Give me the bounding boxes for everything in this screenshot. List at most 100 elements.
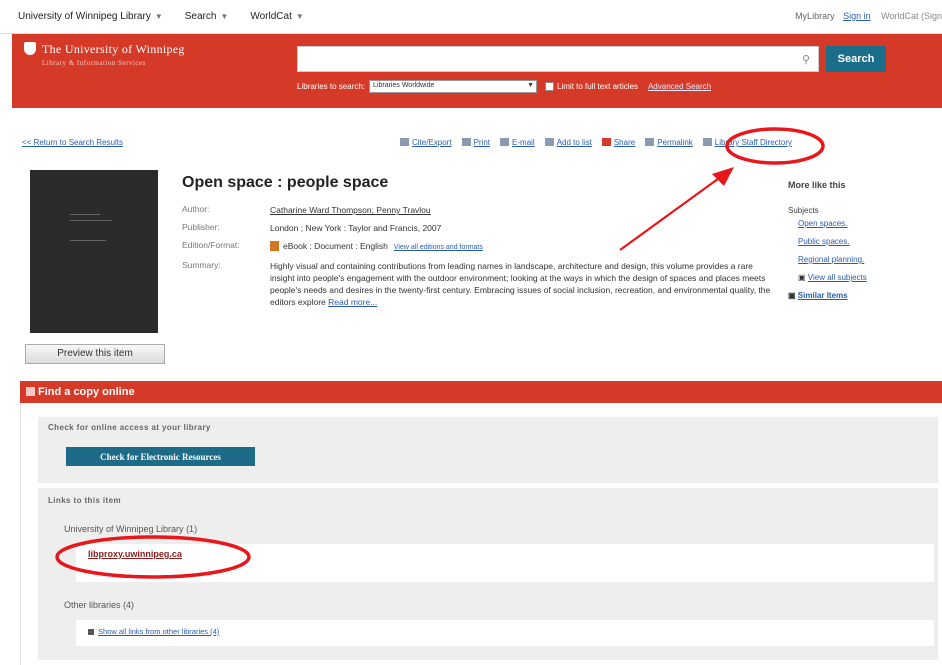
fulltext-label: Limit to full text articles: [557, 82, 638, 91]
chevron-down-icon: ▼: [154, 12, 163, 21]
item-title: Open space : people space: [182, 174, 389, 191]
find-copy-title: Find a copy online: [38, 386, 135, 398]
annotation-arrowhead: [712, 167, 734, 186]
links-heading: Links to this item: [48, 496, 121, 505]
search-options: Libraries to search: Libraries Worldwide…: [297, 80, 711, 93]
account-links: MyLibrary Sign in WorldCat (Sign: [795, 11, 942, 21]
share-icon: [601, 138, 611, 146]
online-access-heading: Check for online access at your library: [48, 423, 211, 432]
return-to-results-link[interactable]: << Return to Search Results: [22, 138, 123, 147]
share-link[interactable]: Share: [601, 138, 635, 147]
cover-title-line: [70, 240, 106, 241]
nav-worldcat-label: WorldCat: [250, 11, 292, 22]
item-action-bar: << Return to Search Results Cite/Export …: [22, 138, 942, 152]
uw-link-box: libproxy.uwinnipeg.ca: [76, 544, 934, 582]
view-all-icon: ▣: [798, 273, 806, 282]
summary-wrap: Highly visual and containing contributio…: [270, 260, 772, 308]
cite-export-label: Cite/Export: [412, 138, 452, 147]
author-link[interactable]: Catharine Ward Thompson; Penny Travlou: [270, 204, 431, 216]
ebook-icon: [270, 241, 279, 251]
author-label: Author:: [182, 204, 210, 214]
search-button[interactable]: Search: [826, 46, 886, 72]
libraries-select[interactable]: Libraries Worldwide ▼: [369, 80, 538, 93]
cover-title-line: [70, 220, 112, 221]
link-icon: [645, 138, 655, 146]
publisher-row: Publisher: London ; New York : Taylor an…: [182, 222, 772, 234]
top-navigation-bar: University of Winnipeg Library ▼ Search ▼ …: [0, 0, 942, 34]
uw-library-count: (1): [186, 524, 198, 534]
sign-in-link[interactable]: Sign in: [843, 11, 871, 21]
more-like-this-heading: More like this: [788, 180, 846, 190]
email-link[interactable]: E-mail: [500, 138, 535, 147]
fulltext-checkbox[interactable]: [545, 82, 555, 91]
staff-directory-label: Library Staff Directory: [714, 138, 792, 147]
cite-export-link[interactable]: Cite/Export: [400, 138, 452, 147]
subject-link[interactable]: Open spaces.: [798, 219, 847, 228]
nav-search-label: Search: [184, 11, 217, 22]
add-to-list-link[interactable]: Add to list: [544, 138, 592, 147]
similar-icon: ▣: [788, 291, 796, 300]
preview-item-button[interactable]: Preview this item: [25, 344, 165, 364]
more-like-this-panel: More like this Subjects Open spaces. Pub…: [788, 180, 938, 309]
print-label: Print: [473, 138, 491, 147]
chevron-down-icon: ▼: [527, 82, 535, 89]
chevron-down-icon: ▼: [295, 12, 304, 21]
collapse-icon[interactable]: [26, 387, 35, 396]
email-icon: [500, 138, 510, 146]
subjects-label: Subjects: [788, 206, 819, 215]
advanced-search-link[interactable]: Advanced Search: [648, 82, 711, 91]
online-access-panel: Check for online access at your library …: [38, 417, 938, 483]
edition-value-wrap: eBook : Document : English View all editi…: [270, 240, 483, 254]
libproxy-link[interactable]: libproxy.uwinnipeg.ca: [88, 549, 182, 559]
logo-title: The University of Winnipeg: [42, 42, 185, 56]
libraries-selected-value: Libraries Worldwide: [373, 82, 435, 89]
author-row: Author: Catharine Ward Thompson; Penny T…: [182, 204, 772, 216]
my-library-link[interactable]: MyLibrary: [795, 11, 835, 21]
print-link[interactable]: Print: [461, 138, 491, 147]
view-all-subjects-link[interactable]: View all subjects: [808, 273, 867, 282]
summary-label: Summary:: [182, 260, 221, 270]
worldcat-sign-in-link[interactable]: WorldCat (Sign: [881, 11, 942, 21]
nav-library-label: University of Winnipeg Library: [18, 11, 151, 22]
search-icon: ⚲: [801, 54, 810, 66]
check-electronic-resources-button[interactable]: Check for Electronic Resources: [66, 447, 255, 466]
read-more-link[interactable]: Read more...: [328, 297, 377, 307]
edition-value: eBook : Document : English: [283, 241, 388, 251]
subject-link[interactable]: Public spaces.: [798, 237, 850, 246]
permalink-link[interactable]: Permalink: [645, 138, 693, 147]
add-to-list-label: Add to list: [556, 138, 592, 147]
other-libraries-name: Other libraries: [64, 600, 121, 610]
chevron-down-icon: ▼: [220, 12, 229, 21]
list-icon: [544, 138, 554, 146]
other-libraries-count: (4): [123, 600, 135, 610]
nav-library-menu[interactable]: University of Winnipeg Library ▼: [18, 11, 163, 22]
nav-search-menu[interactable]: Search ▼: [185, 11, 229, 22]
site-header: The University of Winnipeg Library & Inf…: [12, 34, 942, 108]
logo-subtitle: Library & Information Services: [42, 59, 146, 67]
uw-library-name: University of Winnipeg Library: [64, 524, 184, 534]
item-tools: Cite/Export Print E-mail Add to list Sha…: [400, 138, 792, 147]
expand-icon: [88, 629, 94, 635]
nav-worldcat-menu[interactable]: WorldCat ▼: [250, 11, 303, 22]
summary-row: Summary: Highly visual and containing co…: [182, 260, 772, 308]
university-logo[interactable]: The University of Winnipeg Library & Inf…: [24, 42, 185, 67]
uw-library-label: University of Winnipeg Library (1): [64, 524, 197, 534]
email-label: E-mail: [512, 138, 535, 147]
print-icon: [461, 138, 471, 146]
crest-icon: [24, 42, 36, 55]
edition-label: Edition/Format:: [182, 240, 240, 250]
book-cover-image[interactable]: [30, 170, 158, 333]
libraries-label: Libraries to search:: [297, 82, 366, 91]
subject-link[interactable]: Regional planning.: [798, 255, 864, 264]
similar-items-link[interactable]: Similar Items: [798, 291, 848, 300]
publisher-label: Publisher:: [182, 222, 220, 232]
permalink-label: Permalink: [657, 138, 693, 147]
staff-icon: [702, 138, 712, 146]
show-other-links-link[interactable]: Show all links from other libraries (4): [98, 627, 219, 636]
search-input[interactable]: ⚲: [297, 46, 819, 72]
all-editions-link[interactable]: View all editions and formats: [394, 244, 483, 251]
staff-directory-link[interactable]: Library Staff Directory: [702, 138, 792, 147]
find-copy-header: Find a copy online: [20, 381, 942, 403]
cite-icon: [400, 138, 409, 146]
cover-title-line: [70, 214, 100, 215]
